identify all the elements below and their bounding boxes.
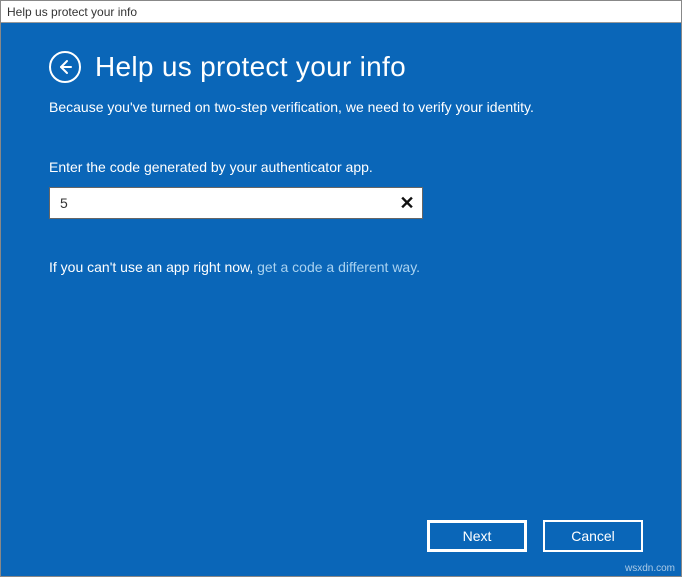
next-button[interactable]: Next [427,520,527,552]
code-input-wrap: ✕ [49,187,423,219]
window-title: Help us protect your info [7,5,137,19]
help-text: If you can't use an app right now, get a… [49,259,633,275]
code-input[interactable] [49,187,423,219]
button-row: Next Cancel [427,520,643,552]
alternate-code-link[interactable]: get a code a different way. [257,259,420,275]
help-prefix: If you can't use an app right now, [49,259,257,275]
watermark: wsxdn.com [625,563,675,574]
cancel-button[interactable]: Cancel [543,520,643,552]
dialog-content: Help us protect your info Because you've… [1,23,681,576]
clear-input-button[interactable]: ✕ [391,187,423,219]
page-title: Help us protect your info [95,51,406,83]
window-titlebar: Help us protect your info [1,1,681,23]
close-icon: ✕ [399,193,414,214]
arrow-left-icon [57,59,73,75]
header-row: Help us protect your info [49,51,633,83]
code-field-label: Enter the code generated by your authent… [49,159,633,175]
page-subtitle: Because you've turned on two-step verifi… [49,99,633,115]
back-button[interactable] [49,51,81,83]
